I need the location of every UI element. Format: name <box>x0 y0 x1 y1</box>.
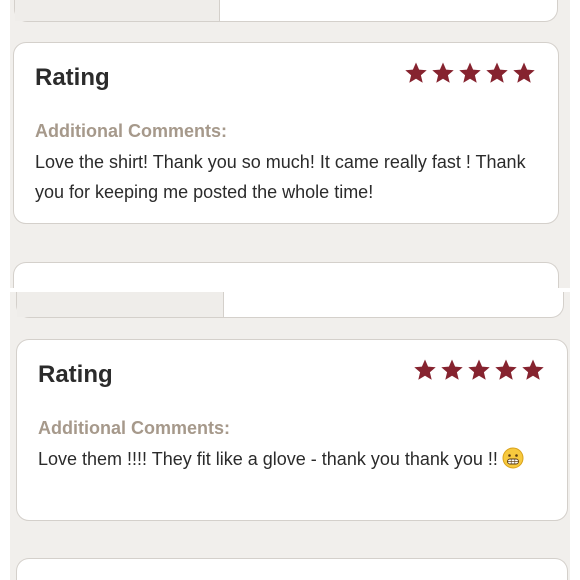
tab-strip <box>15 0 220 21</box>
star-icon <box>513 62 535 83</box>
star-icon <box>432 62 454 83</box>
review-panel-top: Rating Additional Comments: Love the shi… <box>10 0 570 288</box>
star-icon <box>441 359 463 380</box>
review-card: Rating Additional Comments: Love them !!… <box>16 339 568 521</box>
previous-card-fragment <box>16 292 564 318</box>
rating-title: Rating <box>38 361 113 388</box>
star-icon <box>486 62 508 83</box>
tab-strip <box>17 292 224 317</box>
star-icon <box>459 62 481 83</box>
review-panel-bottom: Rating Additional Comments: Love them !!… <box>10 292 570 580</box>
previous-card-fragment <box>14 0 558 22</box>
comment-body: Love the shirt! Thank you so much! It ca… <box>35 152 526 202</box>
star-icon <box>414 359 436 380</box>
star-rating <box>413 358 545 382</box>
next-card-fragment <box>13 262 559 288</box>
star-rating <box>404 61 536 85</box>
comment-body: Love them !!!! They fit like a glove - t… <box>38 449 498 469</box>
grinning-face-icon <box>502 447 524 478</box>
star-icon <box>468 359 490 380</box>
rating-title: Rating <box>35 64 110 91</box>
additional-comments-label: Additional Comments: <box>38 418 230 438</box>
star-icon <box>522 359 544 380</box>
additional-comments-label: Additional Comments: <box>35 121 227 141</box>
comment-text: Love the shirt! Thank you so much! It ca… <box>35 147 538 207</box>
comment-text: Love them !!!! They fit like a glove - t… <box>38 444 547 478</box>
next-card-fragment <box>16 558 568 580</box>
star-icon <box>405 62 427 83</box>
star-icon <box>495 359 517 380</box>
review-card: Rating Additional Comments: Love the shi… <box>13 42 559 224</box>
